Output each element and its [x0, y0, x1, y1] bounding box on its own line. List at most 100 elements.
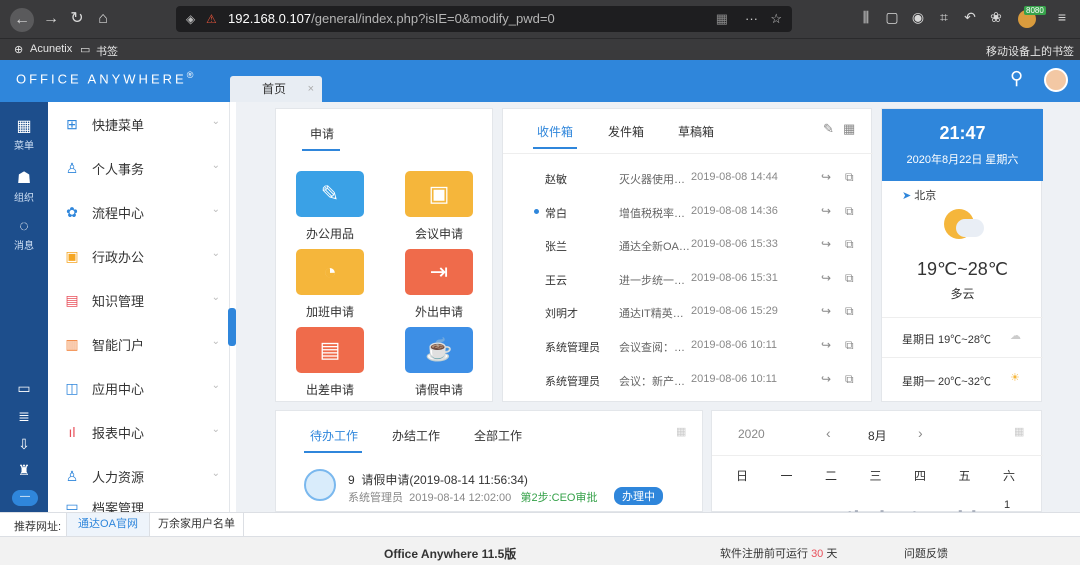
open-icon[interactable]: ⧉ [845, 204, 854, 219]
tab-todo[interactable]: 待办工作 [310, 427, 358, 444]
grid-icon[interactable]: ▦ [1014, 425, 1024, 438]
mobile-bookmarks[interactable]: 移动设备上的书签 [986, 43, 1074, 59]
mail-row[interactable]: 刘明才 通达IT精英… 2019-08-06 15:29 ↪ ⧉ [503, 295, 873, 328]
coffee-icon[interactable]: ☕ [405, 327, 473, 373]
open-icon[interactable]: ⧉ [845, 271, 854, 286]
forward-icon[interactable]: ↪ [821, 204, 831, 218]
search-icon[interactable]: ⚲ [1010, 68, 1023, 89]
forward-icon[interactable]: → [40, 8, 62, 30]
app-label[interactable]: 加班申请 [280, 303, 380, 320]
mail-row[interactable]: 王云 进一步统一… 2019-08-06 15:31 ↪ ⧉ [503, 262, 873, 295]
app-label[interactable]: 会议申请 [389, 225, 489, 242]
forward-icon[interactable]: ↪ [821, 304, 831, 318]
feedback-link[interactable]: 问题反馈 [904, 545, 948, 561]
address-bar[interactable]: ◈ ⚠ 192.168.0.107/general/index.php?isIE… [176, 6, 792, 32]
forward-icon[interactable]: ↪ [821, 271, 831, 285]
overtime-icon[interactable]: ◔ [296, 249, 364, 295]
menu-item-personal[interactable]: ♙ 个人事务 ⌄ [48, 146, 230, 190]
menu-collapse-handle[interactable] [228, 308, 236, 346]
compose-icon[interactable]: ✎ [823, 121, 834, 137]
partly-cloudy-icon [938, 205, 984, 245]
flow-icon: ✿ [66, 204, 78, 220]
bookmark-folder[interactable]: 书签 [96, 43, 118, 59]
menu-item-archive[interactable]: ▭ 档案管理 [48, 498, 230, 512]
forward-icon[interactable]: ↪ [821, 372, 831, 386]
meeting-icon[interactable]: ▣ [405, 171, 473, 217]
link-user-list[interactable]: 万余家用户名单 [150, 513, 244, 536]
grid-icon[interactable]: ▦ [676, 425, 686, 438]
tab-done[interactable]: 办结工作 [392, 427, 440, 444]
list-icon[interactable]: ≣ [0, 408, 48, 425]
luggage-icon[interactable]: ▤ [296, 327, 364, 373]
app-icon: ◫ [65, 380, 79, 396]
account-icon[interactable]: ◉ [908, 9, 928, 26]
rail-item-menu[interactable]: ▦ 菜单 [0, 116, 48, 152]
todo-title[interactable]: 9 请假申请(2019-08-14 11:56:34) [348, 471, 528, 488]
sidebar-icon[interactable]: ▢ [882, 9, 902, 26]
rail-item-org[interactable]: ☗ 组织 [0, 168, 48, 204]
calendar-day[interactable]: 1 [1004, 499, 1010, 511]
app-label[interactable]: 出差申请 [280, 381, 380, 398]
tab-drafts[interactable]: 草稿箱 [678, 123, 714, 140]
tab-home[interactable]: 首页 × [230, 76, 322, 102]
link-oa-site[interactable]: 通达OA官网 [66, 513, 150, 536]
mail-row[interactable]: 赵敏 灭火器使用… 2019-08-08 14:44 ↪ ⧉ [503, 161, 873, 194]
menu-item-flow[interactable]: ✿ 流程中心 ⌄ [48, 190, 230, 234]
app-label[interactable]: 请假申请 [389, 381, 489, 398]
door-icon[interactable]: ⇥ [405, 249, 473, 295]
app-label[interactable]: 办公用品 [280, 225, 380, 242]
mail-row[interactable]: 系统管理员 会议查阅：… 2019-08-06 10:11 ↪ ⧉ [503, 329, 873, 362]
tab-all[interactable]: 全部工作 [474, 427, 522, 444]
open-icon[interactable]: ⧉ [845, 372, 854, 387]
menu-item-portal[interactable]: ▥ 智能门户 ⌄ [48, 322, 230, 366]
extension-icon[interactable]: ⌗ [934, 9, 954, 26]
menu-item-admin[interactable]: ▣ 行政办公 ⌄ [48, 234, 230, 278]
menu-item-hr[interactable]: ♙ 人力资源 ⌄ [48, 454, 230, 498]
chat-icon: ◌ [19, 218, 29, 235]
tab-sent[interactable]: 发件箱 [608, 123, 644, 140]
qr-code-icon[interactable]: ▦ [716, 6, 728, 32]
undo-icon[interactable]: ↶ [960, 9, 980, 26]
download-icon[interactable]: ⇩ [0, 436, 48, 453]
open-icon[interactable]: ⧉ [845, 170, 854, 185]
reload-icon[interactable]: ↻ [66, 8, 88, 30]
mail-row[interactable]: 常白 增值税税率… 2019-08-08 14:36 ↪ ⧉ [503, 195, 873, 228]
menu-item-shortcut[interactable]: ⊞ 快捷菜单 ⌄ [48, 102, 230, 146]
forward-icon[interactable]: ↪ [821, 338, 831, 352]
extension-badge-icon[interactable]: 8080 [1014, 4, 1046, 32]
forward-icon[interactable]: ↪ [821, 170, 831, 184]
collapse-icon[interactable]: — [12, 490, 38, 506]
bookmark-star-icon[interactable]: ☆ [770, 6, 782, 32]
next-month-icon[interactable]: › [918, 425, 923, 441]
calendar-year[interactable]: 2020 [738, 427, 765, 441]
stationery-icon[interactable]: ✎ [296, 171, 364, 217]
menu-item-knowledge[interactable]: ▤ 知识管理 ⌄ [48, 278, 230, 322]
avatar[interactable] [1044, 68, 1068, 92]
bookmark-acunetix[interactable]: Acunetix [30, 43, 72, 55]
prev-month-icon[interactable]: ‹ [826, 425, 831, 441]
shortcut-icon: ⊞ [66, 116, 78, 132]
menu-item-apps[interactable]: ◫ 应用中心 ⌄ [48, 366, 230, 410]
back-icon[interactable]: ← [10, 8, 34, 32]
tab-inbox[interactable]: 收件箱 [537, 123, 573, 140]
app-label[interactable]: 外出申请 [389, 303, 489, 320]
mail-row[interactable]: 张兰 通达全新OA… 2019-08-06 15:33 ↪ ⧉ [503, 228, 873, 261]
monitor-icon[interactable]: ▭ [0, 380, 48, 397]
library-icon[interactable]: ⫼ [856, 9, 876, 26]
forward-icon[interactable]: ↪ [821, 237, 831, 251]
home-icon[interactable]: ⌂ [92, 8, 114, 30]
grid-icon[interactable]: ▦ [843, 121, 855, 137]
open-icon[interactable]: ⧉ [845, 237, 854, 252]
open-icon[interactable]: ⧉ [845, 304, 854, 319]
extension-2-icon[interactable]: ❀ [986, 9, 1006, 26]
rail-item-message[interactable]: ◌ 消息 [0, 218, 48, 252]
shirt-icon[interactable]: ♜ [0, 462, 48, 479]
menu-icon[interactable]: ≡ [1052, 9, 1072, 25]
calendar-month[interactable]: 8月 [868, 427, 887, 444]
more-icon[interactable]: ··· [745, 6, 758, 32]
city[interactable]: ➤ 北京 [902, 187, 936, 203]
mail-row[interactable]: 系统管理员 会议：新产… 2019-08-06 10:11 ↪ ⧉ [503, 363, 873, 396]
open-icon[interactable]: ⧉ [845, 338, 854, 353]
tab-close-icon[interactable]: × [308, 76, 314, 102]
menu-item-reports[interactable]: ıl 报表中心 ⌄ [48, 410, 230, 454]
